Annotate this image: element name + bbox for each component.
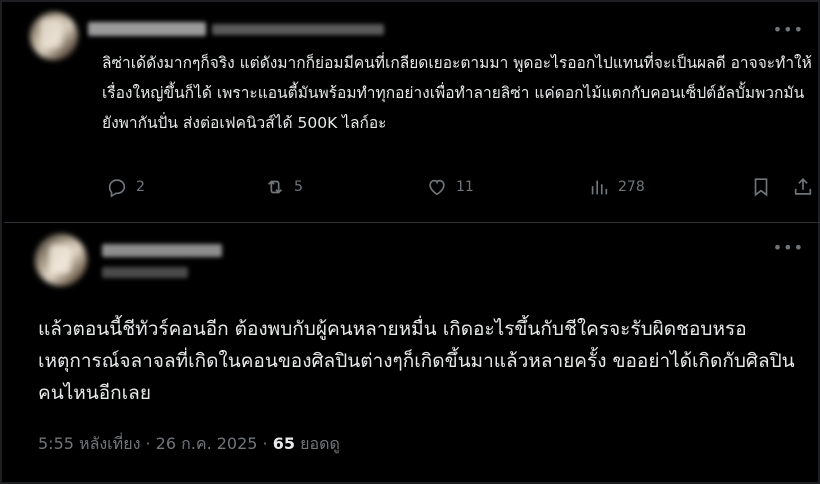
repost-count: 5: [294, 179, 303, 195]
main-author-handle-redacted[interactable]: [102, 267, 188, 278]
like-button[interactable]: 11: [426, 176, 474, 198]
like-count: 11: [456, 179, 474, 195]
more-icon[interactable]: •••: [773, 240, 804, 256]
meta-separator: ·: [257, 434, 273, 453]
reply-avatar[interactable]: [30, 12, 78, 60]
post-meta: 5:55 หลังเที่ยง · 26 ก.ค. 2025 · 65 ยอดด…: [38, 432, 340, 457]
repost-button[interactable]: 5: [264, 176, 303, 198]
views-icon: [591, 180, 608, 195]
view-count: 278: [618, 179, 645, 195]
reply-text: ลิซ่าเด้ดังมากๆก็จริง แต่ดังมากก็ย่อมมีค…: [102, 54, 812, 132]
main-author-name-redacted[interactable]: [102, 244, 222, 257]
reply-author-handle-redacted[interactable]: [212, 24, 384, 35]
reply-action-bar: 2 5 11 278: [2, 176, 820, 202]
main-post-text: แล้วตอนนี้ชีทัวร์คอนอีก ต้องพบกับผู้คนหล…: [38, 318, 795, 404]
like-icon: [429, 179, 445, 196]
meta-separator: ·: [140, 434, 156, 453]
divider: [4, 222, 820, 223]
main-avatar[interactable]: [35, 234, 87, 286]
views-button[interactable]: 278: [588, 176, 645, 198]
repost-icon: [267, 180, 283, 194]
reply-button[interactable]: 2: [106, 176, 145, 198]
tweet-thread: ••• ลิซ่าเด้ดังมากๆก็จริง แต่ดังมากก็ย่อ…: [0, 0, 820, 484]
share-button[interactable]: [792, 176, 814, 198]
bookmark-button[interactable]: [750, 176, 772, 198]
more-icon[interactable]: •••: [773, 22, 804, 38]
reply-icon: [108, 179, 126, 198]
share-icon: [794, 178, 812, 195]
reply-author-name-redacted[interactable]: [88, 22, 206, 36]
post-view-count: 65: [272, 434, 295, 453]
post-date[interactable]: 26 ก.ค. 2025: [156, 434, 258, 453]
post-view-label: ยอดดู: [295, 434, 340, 453]
post-time[interactable]: 5:55 หลังเที่ยง: [38, 434, 140, 453]
bookmark-icon: [754, 178, 768, 197]
reply-count: 2: [136, 179, 145, 195]
